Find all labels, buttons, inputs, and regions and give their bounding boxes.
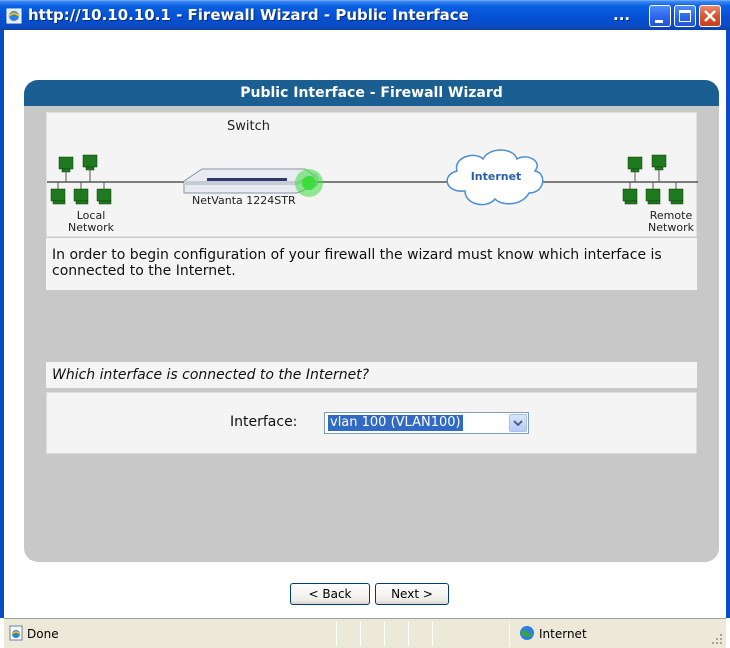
window-frame-right (726, 30, 730, 618)
network-diagram-graphic (47, 149, 698, 206)
internet-zone-icon (520, 626, 534, 640)
wizard-panel: Public Interface - Firewall Wizard Switc… (24, 80, 719, 562)
maximize-icon (679, 10, 691, 22)
maximize-button[interactable] (674, 5, 696, 27)
status-divider (432, 622, 433, 646)
status-led (302, 176, 316, 190)
next-button[interactable]: Next > (375, 583, 449, 605)
wizard-title: Public Interface - Firewall Wizard (24, 80, 719, 106)
remote-network-label-line2: Network (648, 221, 694, 234)
dropdown-button[interactable] (509, 414, 527, 432)
remote-network-label: Remote Network (645, 210, 697, 234)
status-divider (384, 622, 385, 646)
window-frame-left (0, 30, 4, 618)
interface-select-value: vlan 100 (VLAN100) (327, 414, 464, 432)
resize-grip-icon[interactable] (711, 633, 723, 645)
remote-network-computers-icon (622, 154, 684, 205)
status-divider (360, 622, 361, 646)
switch-label: Switch (227, 119, 270, 134)
ie-page-icon (6, 8, 22, 24)
local-network-computers-icon (50, 154, 112, 205)
minimize-icon (655, 20, 663, 23)
page-done-icon (9, 625, 23, 641)
internet-cloud-label: Internet (470, 170, 522, 183)
security-zone-text: Internet (539, 627, 587, 641)
interface-field-group: Interface: vlan 100 (VLAN100) (46, 392, 697, 454)
title-ellipsis: ... (613, 6, 631, 24)
minimize-button[interactable] (649, 5, 671, 27)
status-text: Done (27, 627, 59, 641)
back-button[interactable]: < Back (290, 583, 370, 605)
instruction-text: In order to begin configuration of your … (46, 238, 697, 290)
status-bar: Done Internet (4, 618, 726, 648)
window-title: http://10.10.10.1 - Firewall Wizard - Pu… (28, 6, 469, 24)
interface-label: Interface: (230, 414, 298, 430)
close-icon (704, 10, 716, 22)
window-titlebar[interactable]: http://10.10.10.1 - Firewall Wizard - Pu… (0, 0, 730, 30)
local-network-label: Local Network (65, 210, 117, 234)
close-button[interactable] (699, 5, 721, 27)
local-network-label-line2: Network (68, 221, 114, 234)
interface-question: Which interface is connected to the Inte… (46, 362, 697, 388)
status-divider (336, 622, 337, 646)
interface-select[interactable]: vlan 100 (VLAN100) (324, 412, 529, 434)
status-divider (509, 622, 510, 646)
status-divider (408, 622, 409, 646)
device-label: NetVanta 1224STR (192, 194, 296, 207)
network-diagram: Switch NetVanta 1224STR Internet Local N… (46, 112, 698, 237)
chevron-down-icon (513, 420, 523, 427)
